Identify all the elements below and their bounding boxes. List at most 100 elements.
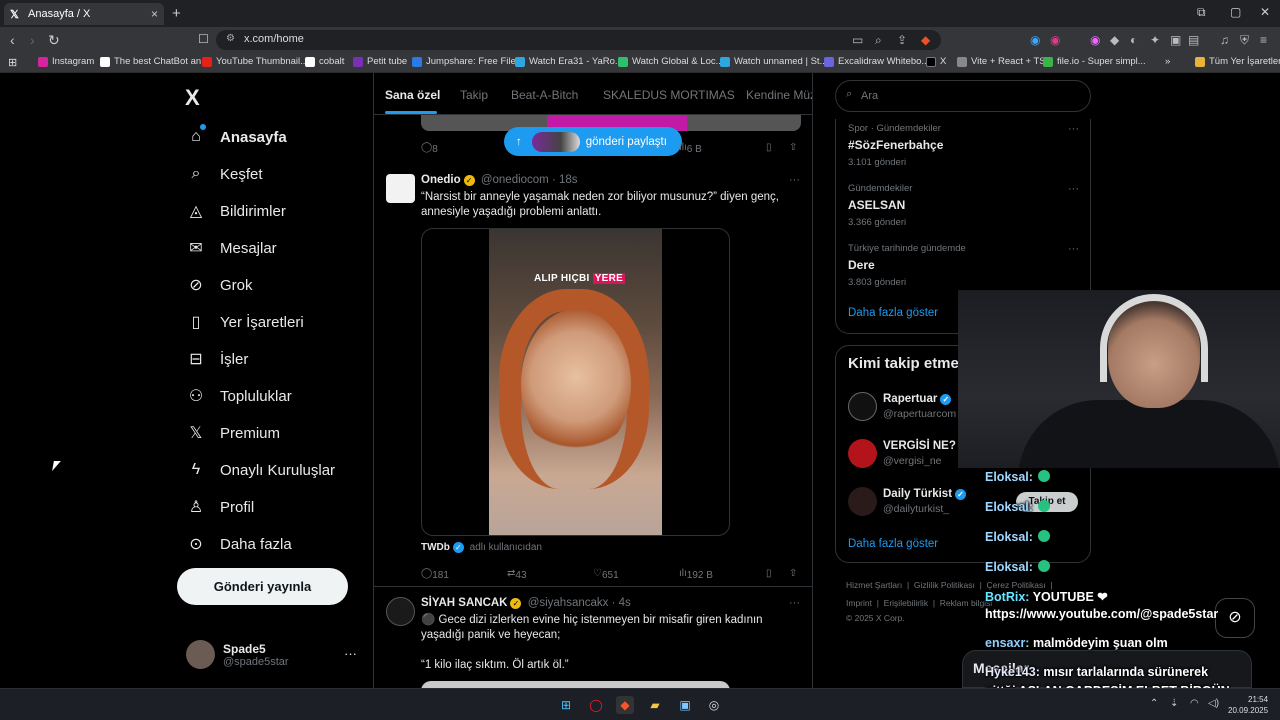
bookmark-item[interactable]: Excalidraw Whitebo... [824,56,929,67]
app-icon[interactable]: ▣ [676,696,694,714]
browser-tab[interactable]: 𝕏 Anasayfa / X × [4,3,164,25]
reply-button[interactable]: ◯ 181 [421,568,449,581]
tab-close-icon[interactable]: × [151,7,158,21]
author-handle[interactable]: @onediocom [481,174,549,186]
post-media[interactable] [421,681,730,688]
author-handle[interactable]: @siyahsancakx [528,597,609,609]
volume-icon[interactable]: ◁) [1208,698,1219,709]
vpn-icon[interactable]: ⛨ [1240,33,1249,48]
obs-icon[interactable]: ◎ [705,696,723,714]
more-icon[interactable]: ··· [1068,243,1079,255]
start-icon[interactable]: ⊞ [557,696,575,714]
bookmark-page-icon[interactable]: ☐ [198,32,209,46]
post-button[interactable]: Gönderi yayınla [177,568,348,605]
new-tab-button[interactable]: + [172,5,181,22]
x-logo-icon[interactable]: X [185,85,200,111]
forward-icon[interactable]: › [30,32,35,48]
sidebar-item-grok[interactable]: ⊘ Grok [185,274,252,296]
sidebar-item-bookmarks[interactable]: ▯ Yer İşaretleri [185,311,304,333]
post-more-icon[interactable]: ··· [789,174,800,186]
opera-icon[interactable]: ◯ [587,696,605,714]
follow-suggestion[interactable]: Rapertuar ✓ @rapertuarcom [848,392,956,421]
all-bookmarks-folder[interactable]: Tüm Yer İşaretleri [1195,56,1280,67]
sidebar-item-communities[interactable]: ⚇ Topluluklar [185,385,292,407]
bookmark-item[interactable]: Petit tube [353,56,407,67]
footer-link[interactable]: Imprint [846,598,872,608]
bookmark-item[interactable]: Vite + React + TS [957,56,1046,67]
share-icon[interactable]: ⇧ [789,142,797,153]
window-close-icon[interactable]: ✕ [1260,5,1270,19]
bookmark-item[interactable]: YouTube Thumbnail... [202,56,308,67]
sidebar-item-notifications[interactable]: ◬ Bildirimler [185,200,286,222]
bookmark-icon[interactable]: ▯ [766,142,772,153]
account-switcher[interactable]: Spade5 @spade5star ··· [186,640,357,669]
author-name[interactable]: Onedio [421,174,461,186]
sidebar-item-verified-orgs[interactable]: ϟ Onaylı Kuruluşlar [185,459,335,481]
clock[interactable]: 21:54 20.09.2025 [1228,694,1268,716]
cast-icon[interactable]: ▭ [852,33,863,47]
more-icon[interactable]: ··· [1068,123,1079,135]
extensions-puzzle-icon[interactable]: ✦ [1150,33,1160,47]
tab-following[interactable]: Takip [460,88,488,102]
brave-shield-icon[interactable]: ◆ [921,33,930,47]
share-icon[interactable]: ⇪ [897,33,907,47]
tab-for-you[interactable]: Sana özel [385,88,440,102]
footer-link[interactable]: Erişilebilirlik [884,598,928,608]
zoom-icon[interactable]: ⌕ [875,33,882,48]
tab-list[interactable]: Kendine Müz [746,88,812,102]
menu-icon[interactable]: ≡ [1260,33,1267,47]
repost-button[interactable]: ⇄ 43 [507,568,527,581]
extension-icon[interactable]: ◉ [1090,33,1100,47]
share-icon[interactable]: ⇧ [789,568,797,579]
more-icon[interactable]: ··· [1068,183,1079,195]
back-icon[interactable]: ‹ [10,32,15,48]
bookmark-item[interactable]: Watch Global & Loc... [618,56,724,67]
extension-icon[interactable]: ◆ [1110,33,1119,47]
bookmark-item[interactable]: The best ChatBot an... [100,56,209,67]
window-restore-icon[interactable]: ⧉ [1197,5,1206,20]
bookmark-item[interactable]: cobalt [305,56,344,67]
site-info-icon[interactable]: ⚙ [226,33,235,44]
post-time[interactable]: · 4s [612,597,631,609]
apps-grid-icon[interactable]: ⊞ [8,56,17,69]
views-button[interactable]: ılı 6 B [679,142,702,155]
extension-icon[interactable]: ◉ [1050,33,1060,47]
sidebar-item-more[interactable]: ⊙ Daha fazla [185,533,291,555]
sidebar-item-messages[interactable]: ✉ Mesajlar [185,237,276,259]
network-icon[interactable]: ⇣ [1170,698,1178,709]
like-button[interactable]: ♡ 651 [593,568,619,581]
show-more-link[interactable]: Daha fazla göster [848,307,938,319]
show-more-link[interactable]: Daha fazla göster [848,538,938,550]
sidebar-item-explore[interactable]: ⌕ Keşfet [185,163,263,185]
author-name[interactable]: SİYAH SANCAK [421,597,507,609]
extension-icon[interactable]: ◐ [1130,33,1137,47]
post[interactable]: SİYAH SANCAK ✓ @siyahsancakx · 4s ··· ⚫ G… [374,588,812,688]
post-time[interactable]: · 18s [552,174,578,186]
brave-icon[interactable]: ◆ [616,696,634,714]
post-more-icon[interactable]: ··· [789,597,800,609]
extension-icon[interactable]: ◉ [1030,33,1040,47]
bookmark-item[interactable]: X [926,56,946,67]
follow-suggestion[interactable]: VERGİSİ NE?✓ @vergisi_ne [848,439,973,468]
trend-item[interactable]: Spor · Gündemdekiler #SözFenerbahçe 3.10… [848,123,1079,168]
window-maximize-icon[interactable]: ▢ [1230,5,1241,19]
tray-chevron-icon[interactable]: ⌃ [1150,698,1158,709]
sidebar-item-home[interactable]: ⌂ Anasayfa [185,124,287,148]
avatar[interactable] [386,597,415,626]
downloads-icon[interactable]: ▣ [1170,33,1181,47]
bookmark-item[interactable]: Jumpshare: Free File... [412,56,524,67]
source-name[interactable]: TWDb [421,542,450,553]
more-icon[interactable]: ··· [344,646,357,661]
avatar[interactable] [386,174,415,203]
post-video[interactable]: ALIP HIÇBI YERE [421,228,730,536]
search-input[interactable]: ⌕ Ara [835,80,1091,112]
tab-list[interactable]: SKALEDUS MORTIMAS [603,88,735,102]
bookmark-item[interactable]: file.io - Super simpl... [1043,56,1146,67]
sidebar-toggle-icon[interactable]: ▤ [1188,33,1199,47]
file-explorer-icon[interactable]: ▰ [646,696,664,714]
bookmark-item[interactable]: Instagram [38,56,94,67]
footer-link[interactable]: Gizlilik Politikası [914,580,975,590]
sidebar-item-profile[interactable]: ♙ Profil [185,496,254,518]
grok-floating-icon[interactable]: ⊘ [1215,598,1255,638]
sidebar-item-jobs[interactable]: ⊟ İşler [185,348,248,370]
